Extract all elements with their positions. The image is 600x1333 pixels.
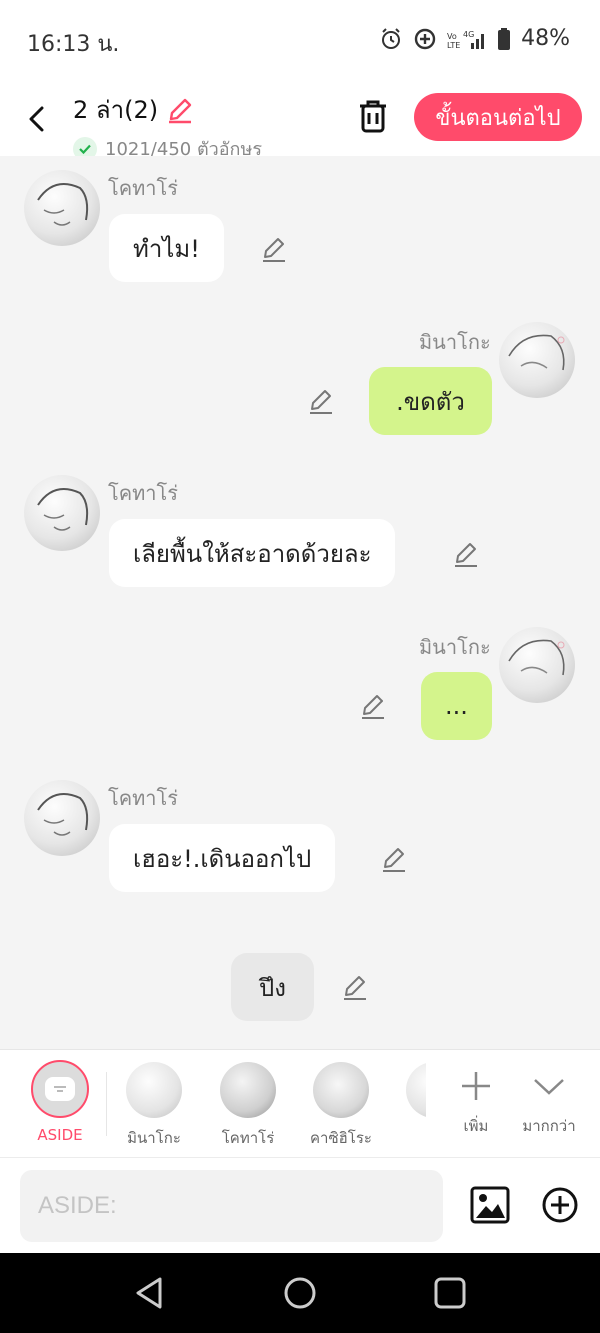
svg-text:LTE: LTE [447, 41, 460, 50]
trash-icon[interactable] [356, 98, 390, 134]
add-circle-icon[interactable] [540, 1185, 580, 1225]
nav-back-icon[interactable] [132, 1275, 168, 1311]
pencil-icon[interactable] [341, 973, 369, 1001]
avatar [126, 1062, 182, 1118]
message-input[interactable] [20, 1170, 443, 1242]
sender-name: มินาโกะ [419, 635, 491, 659]
avatar [313, 1062, 369, 1118]
image-icon[interactable] [470, 1185, 510, 1225]
sender-name: โคทาโร่ [108, 481, 179, 505]
character-label: โคทาโร่ [221, 1129, 275, 1147]
avatar[interactable] [499, 627, 575, 703]
character-kotaro[interactable]: โคทาโร่ [212, 1062, 284, 1150]
input-bar [0, 1157, 600, 1253]
pencil-icon[interactable] [260, 235, 288, 263]
status-time: 16:13 น. [27, 32, 120, 57]
episode-title[interactable]: 2 ล่า(2) [73, 90, 262, 129]
pencil-icon[interactable] [307, 387, 335, 415]
pencil-icon[interactable] [359, 692, 387, 720]
message-bubble[interactable]: ทำไม! [109, 214, 224, 282]
character-label: มินาโกะ [127, 1129, 181, 1147]
nav-home-icon[interactable] [282, 1275, 318, 1311]
avatar[interactable] [24, 170, 100, 246]
avatar[interactable] [24, 780, 100, 856]
svg-text:4G: 4G [463, 30, 474, 39]
more-button[interactable]: มากกว่า [518, 1062, 580, 1138]
aside-selector[interactable]: ASIDE [28, 1060, 92, 1144]
nav-recents-icon[interactable] [432, 1275, 468, 1311]
message-bubble[interactable]: เฮอะ!.เดินออกไป [109, 824, 336, 892]
avatar [220, 1062, 276, 1118]
data-saver-icon [414, 28, 436, 49]
message-bubble[interactable]: .ขดตัว [369, 367, 492, 435]
status-icons: Vo LTE 4G 48% [379, 26, 570, 51]
pencil-icon[interactable] [380, 845, 408, 873]
message-bubble[interactable]: ... [421, 672, 492, 740]
sender-name: โคทาโร่ [108, 786, 179, 810]
chat-area: โคทาโร่ ทำไม! มินาโกะ .ขดตัว โคทาโร่ เลี… [0, 156, 600, 1049]
divider [106, 1072, 107, 1136]
system-nav-bar [0, 1253, 600, 1333]
character-kazuhiro[interactable]: คาซิฮิโระ [304, 1062, 378, 1150]
aside-icon [31, 1060, 89, 1118]
alarm-icon [382, 27, 401, 49]
avatar[interactable] [499, 322, 575, 398]
svg-text:Vo: Vo [447, 32, 457, 41]
aside-label: ASIDE [37, 1126, 83, 1144]
add-label: เพิ่ม [463, 1117, 489, 1135]
more-label: มากกว่า [522, 1117, 576, 1135]
avatar[interactable] [24, 475, 100, 551]
character-bar: ASIDE มินาโกะ โคทาโร่ คาซิฮิโระ เพิ่ม มา… [0, 1049, 600, 1157]
back-icon[interactable] [22, 98, 52, 138]
plus-icon [462, 1072, 490, 1100]
episode-title-text: 2 ล่า(2) [73, 96, 159, 124]
sender-name: มินาโกะ [419, 330, 491, 354]
add-character-button[interactable]: เพิ่ม [452, 1062, 500, 1138]
chevron-down-icon [534, 1079, 564, 1095]
character-partial[interactable] [406, 1062, 426, 1118]
avatar [406, 1062, 426, 1118]
character-label: คาซิฮิโระ [310, 1129, 372, 1147]
battery-percent: 48% [521, 26, 570, 51]
editor-header: 2 ล่า(2) 1021/450 ตัวอักษร ขั้นตอนต่อไป [0, 80, 600, 161]
character-minako[interactable]: มินาโกะ [118, 1062, 190, 1150]
next-step-button[interactable]: ขั้นตอนต่อไป [414, 93, 582, 141]
title-block: 2 ล่า(2) 1021/450 ตัวอักษร [73, 90, 262, 163]
message-bubble[interactable]: เลียพื้นให้สะอาดด้วยละ [109, 519, 396, 587]
aside-bubble[interactable]: ปึง [231, 953, 314, 1021]
status-bar: 16:13 น. Vo LTE 4G 48% [0, 0, 600, 80]
signal-icon: VoLTE4G [447, 30, 485, 50]
pencil-icon[interactable] [166, 96, 194, 124]
sender-name: โคทาโร่ [108, 176, 179, 200]
battery-icon [498, 27, 511, 50]
pencil-icon[interactable] [452, 540, 480, 568]
